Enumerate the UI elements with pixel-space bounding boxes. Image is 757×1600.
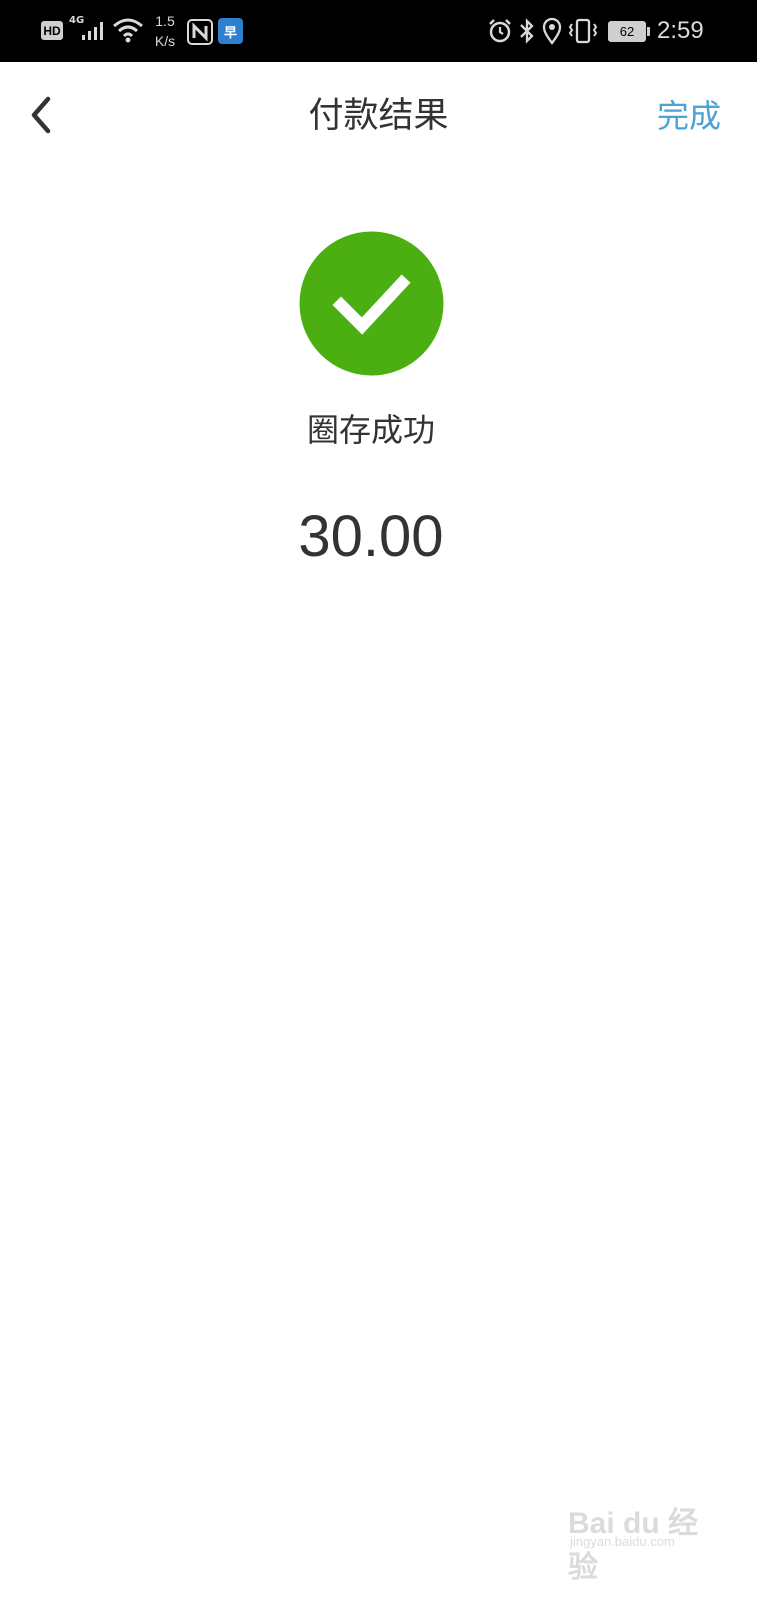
location-icon: [541, 17, 563, 45]
success-check-icon: [299, 231, 444, 376]
page-title: 付款结果: [308, 96, 449, 136]
speed-unit: K/s: [154, 33, 176, 49]
payment-amount: 30.00: [298, 504, 444, 569]
vibrate-icon: [566, 18, 600, 44]
watermark-sub: jingyan.baidu.com: [570, 1534, 675, 1549]
status-bar: HD 4G 1.5 K/s 早 62 2:59: [0, 0, 757, 62]
network-speed: 1.5 K/s: [150, 11, 180, 51]
battery-level: 62: [608, 21, 646, 42]
wifi-icon: [112, 16, 144, 44]
battery-icon: 62: [608, 21, 652, 42]
hd-icon: HD: [41, 21, 63, 40]
status-time: 2:59: [657, 17, 704, 44]
speed-value: 1.5: [155, 13, 175, 29]
nav-bar: 付款结果 完成: [0, 62, 757, 172]
bluetooth-icon: [516, 17, 538, 45]
alarm-icon: [487, 18, 513, 44]
baidu-jingyan-watermark: Bai du 经验 jingyan.baidu.com: [568, 1488, 718, 1584]
signal-icon: [80, 18, 108, 42]
app-notification-icon: 早: [218, 18, 243, 44]
done-button[interactable]: 完成: [657, 90, 721, 142]
nfc-icon: [187, 19, 213, 45]
result-status-text: 圈存成功: [306, 411, 435, 449]
